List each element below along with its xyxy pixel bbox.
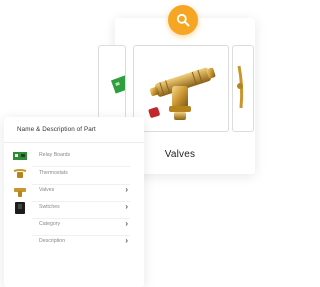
product-label: Valves bbox=[164, 149, 196, 160]
chevron-right-icon: › bbox=[125, 236, 128, 245]
menu-item-label: Category bbox=[39, 221, 61, 227]
search-button[interactable] bbox=[168, 5, 198, 35]
menu-item-label: Description bbox=[39, 238, 65, 244]
menu-item-valves[interactable]: Valves › bbox=[12, 184, 138, 202]
menu-item-relay-boards[interactable]: Relay Boards bbox=[12, 149, 138, 167]
thermostat-icon bbox=[13, 169, 27, 178]
product-tile-thermostat[interactable] bbox=[232, 45, 254, 132]
chevron-right-icon: › bbox=[125, 185, 128, 194]
menu-divider bbox=[4, 142, 144, 143]
product-tile-valve[interactable] bbox=[133, 45, 229, 132]
menu-item-thermostats[interactable]: Thermostats bbox=[12, 167, 138, 185]
chevron-right-icon: › bbox=[125, 219, 128, 228]
relay-board-icon bbox=[13, 152, 27, 160]
menu-item-label: Thermostats bbox=[39, 170, 68, 176]
menu-item-switches[interactable]: Switches › bbox=[12, 201, 138, 219]
switch-icon bbox=[15, 202, 25, 214]
thermostat-image bbox=[237, 65, 244, 109]
chevron-right-icon: › bbox=[125, 202, 128, 211]
menu-item-category[interactable]: Category › bbox=[12, 218, 138, 236]
brass-valve-image bbox=[148, 67, 216, 120]
menu-item-description[interactable]: Description › bbox=[12, 235, 138, 249]
menu-item-label: Valves bbox=[39, 187, 55, 193]
valve-icon bbox=[14, 188, 26, 197]
menu-item-label: Relay Boards bbox=[39, 152, 71, 158]
search-icon bbox=[176, 13, 190, 27]
menu-item-label: Switches bbox=[39, 204, 60, 210]
menu-title: Name & Description of Part bbox=[17, 126, 96, 133]
